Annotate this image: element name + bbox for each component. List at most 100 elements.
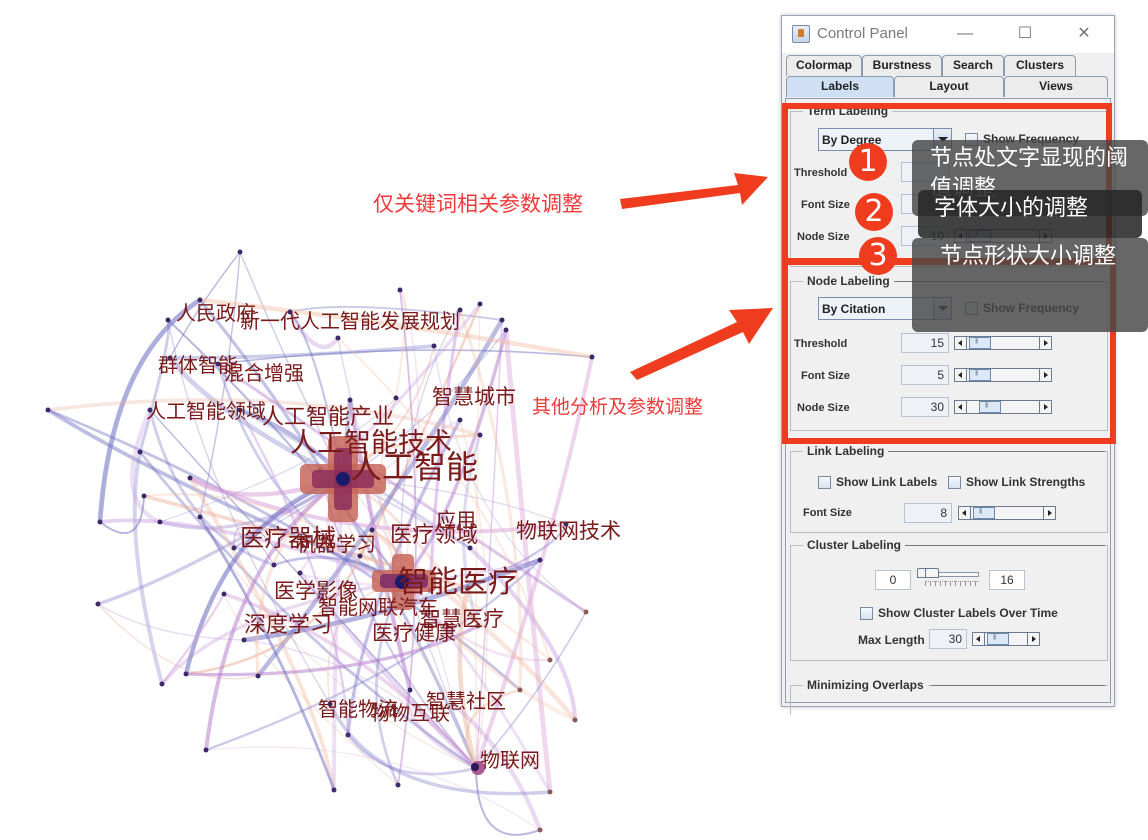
network-node[interactable] — [203, 747, 209, 753]
network-node[interactable] — [547, 657, 553, 663]
divider — [883, 451, 1105, 452]
node-label: 深度学习 — [244, 613, 332, 638]
network-node[interactable] — [187, 475, 193, 481]
network-node[interactable] — [457, 417, 463, 423]
network-node[interactable] — [97, 519, 103, 525]
annotation-other-params: 其他分析及参数调整 — [532, 396, 704, 418]
network-node[interactable] — [589, 354, 595, 360]
network-node[interactable] — [331, 787, 337, 793]
network-node[interactable] — [572, 717, 578, 723]
network-node[interactable] — [503, 327, 509, 333]
network-node[interactable] — [297, 570, 303, 576]
tab-labels[interactable]: Labels — [786, 76, 894, 97]
node-label: 物联网 — [480, 748, 540, 772]
link-labeling-group: Link Labeling Show Link Labels Show Link… — [790, 444, 1108, 533]
network-node[interactable] — [407, 687, 413, 693]
node-label: 医疗领域 — [390, 523, 478, 548]
cluster-range-max-field[interactable]: 16 — [989, 570, 1025, 590]
node-label: 人工智能产业 — [262, 405, 394, 430]
network-node[interactable] — [397, 287, 403, 293]
scroll-right-icon[interactable] — [1043, 507, 1055, 519]
network-node[interactable] — [241, 637, 247, 643]
minimize-button[interactable]: — — [950, 22, 980, 46]
java-app-icon — [792, 25, 810, 43]
network-node[interactable] — [477, 301, 483, 307]
callout-badge-3: 3 — [859, 237, 897, 275]
node-label: 物物互联 — [370, 701, 450, 725]
cluster-labeling-title: Cluster Labeling — [803, 538, 906, 552]
co-occurrence-network: 人民政府新一代人工智能发展规划群体智能混合增强人工智能领域人工智能产业智慧城市人… — [45, 249, 621, 836]
network-node[interactable] — [499, 317, 505, 323]
node-label: 医疗健康 — [372, 621, 456, 645]
callout-tip-3-text: 节点形状大小调整 — [940, 244, 1117, 269]
network-node[interactable] — [347, 397, 353, 403]
network-node[interactable] — [393, 395, 399, 401]
link-font-size-slider[interactable] — [958, 506, 1056, 520]
show-link-labels-checkbox[interactable] — [818, 476, 831, 489]
network-node[interactable] — [345, 732, 351, 738]
network-node[interactable] — [537, 827, 543, 833]
maximize-button[interactable]: ☐ — [1010, 22, 1040, 46]
node-label: 智慧城市 — [432, 385, 516, 409]
network-node[interactable] — [547, 789, 553, 795]
arrow-to-term-labeling — [620, 173, 768, 209]
network-node[interactable] — [395, 782, 401, 788]
window-title: Control Panel — [817, 25, 908, 42]
divider — [901, 545, 1105, 546]
node-label: 混合增强 — [224, 361, 304, 385]
network-node[interactable] — [231, 545, 237, 551]
network-node[interactable] — [159, 681, 165, 687]
network-node[interactable] — [165, 317, 171, 323]
max-length-slider[interactable] — [972, 632, 1040, 646]
network-node[interactable] — [95, 601, 101, 607]
cluster-labeling-group: Cluster Labeling 0 16 Show Cluster Label… — [790, 538, 1108, 661]
network-node[interactable] — [537, 557, 543, 563]
tab-search[interactable]: Search — [942, 55, 1004, 76]
slider-thumb[interactable] — [973, 507, 995, 519]
network-node[interactable] — [183, 671, 189, 677]
tab-views[interactable]: Views — [1004, 76, 1108, 97]
network-node[interactable] — [237, 249, 243, 255]
show-link-strengths-checkbox[interactable] — [948, 476, 961, 489]
network-node[interactable] — [221, 591, 227, 597]
network-edge — [97, 603, 245, 641]
arrow-to-node-labeling — [630, 308, 773, 380]
show-cluster-labels-over-time-label: Show Cluster Labels Over Time — [878, 606, 1058, 620]
tab-burstness[interactable]: Burstness — [862, 55, 942, 76]
network-node[interactable] — [137, 449, 143, 455]
scroll-left-icon[interactable] — [973, 633, 985, 645]
scroll-right-icon[interactable] — [1027, 633, 1039, 645]
max-length-field[interactable]: 30 — [929, 629, 967, 649]
network-node[interactable] — [477, 432, 483, 438]
network-node[interactable] — [197, 514, 203, 520]
tab-layout[interactable]: Layout — [894, 76, 1004, 97]
divider — [931, 685, 1105, 686]
minimizing-overlaps-title: Minimizing Overlaps — [803, 678, 928, 692]
title-bar[interactable]: Control Panel — ☐ ✕ — [782, 16, 1114, 53]
network-node[interactable] — [335, 335, 341, 341]
show-link-labels-label: Show Link Labels — [836, 475, 938, 489]
network-node[interactable] — [271, 562, 277, 568]
network-node[interactable] — [157, 519, 163, 525]
cluster-range-min-field[interactable]: 0 — [875, 570, 911, 590]
network-node[interactable] — [45, 407, 51, 413]
show-link-strengths-label: Show Link Strengths — [966, 475, 1086, 489]
network-node[interactable] — [255, 673, 261, 679]
cluster-range-slider[interactable] — [915, 566, 979, 588]
network-node[interactable] — [517, 687, 523, 693]
tab-clusters[interactable]: Clusters — [1004, 55, 1076, 76]
range-thumb-high[interactable] — [925, 568, 939, 578]
slider-thumb[interactable] — [987, 633, 1009, 645]
network-node[interactable] — [583, 609, 589, 615]
network-node[interactable] — [141, 493, 147, 499]
callout-tip-2: 字体大小的调整 — [918, 190, 1142, 238]
network-node[interactable] — [431, 343, 437, 349]
close-button[interactable]: ✕ — [1069, 22, 1099, 46]
node-label: 人工智能领域 — [146, 399, 266, 423]
scroll-left-icon[interactable] — [959, 507, 971, 519]
callout-tip-2-text: 字体大小的调整 — [934, 196, 1089, 221]
show-cluster-labels-over-time-checkbox[interactable] — [860, 607, 873, 620]
tab-colormap[interactable]: Colormap — [786, 55, 862, 76]
link-font-size-field[interactable]: 8 — [904, 503, 952, 523]
node-label: 机器学习 — [296, 532, 376, 556]
